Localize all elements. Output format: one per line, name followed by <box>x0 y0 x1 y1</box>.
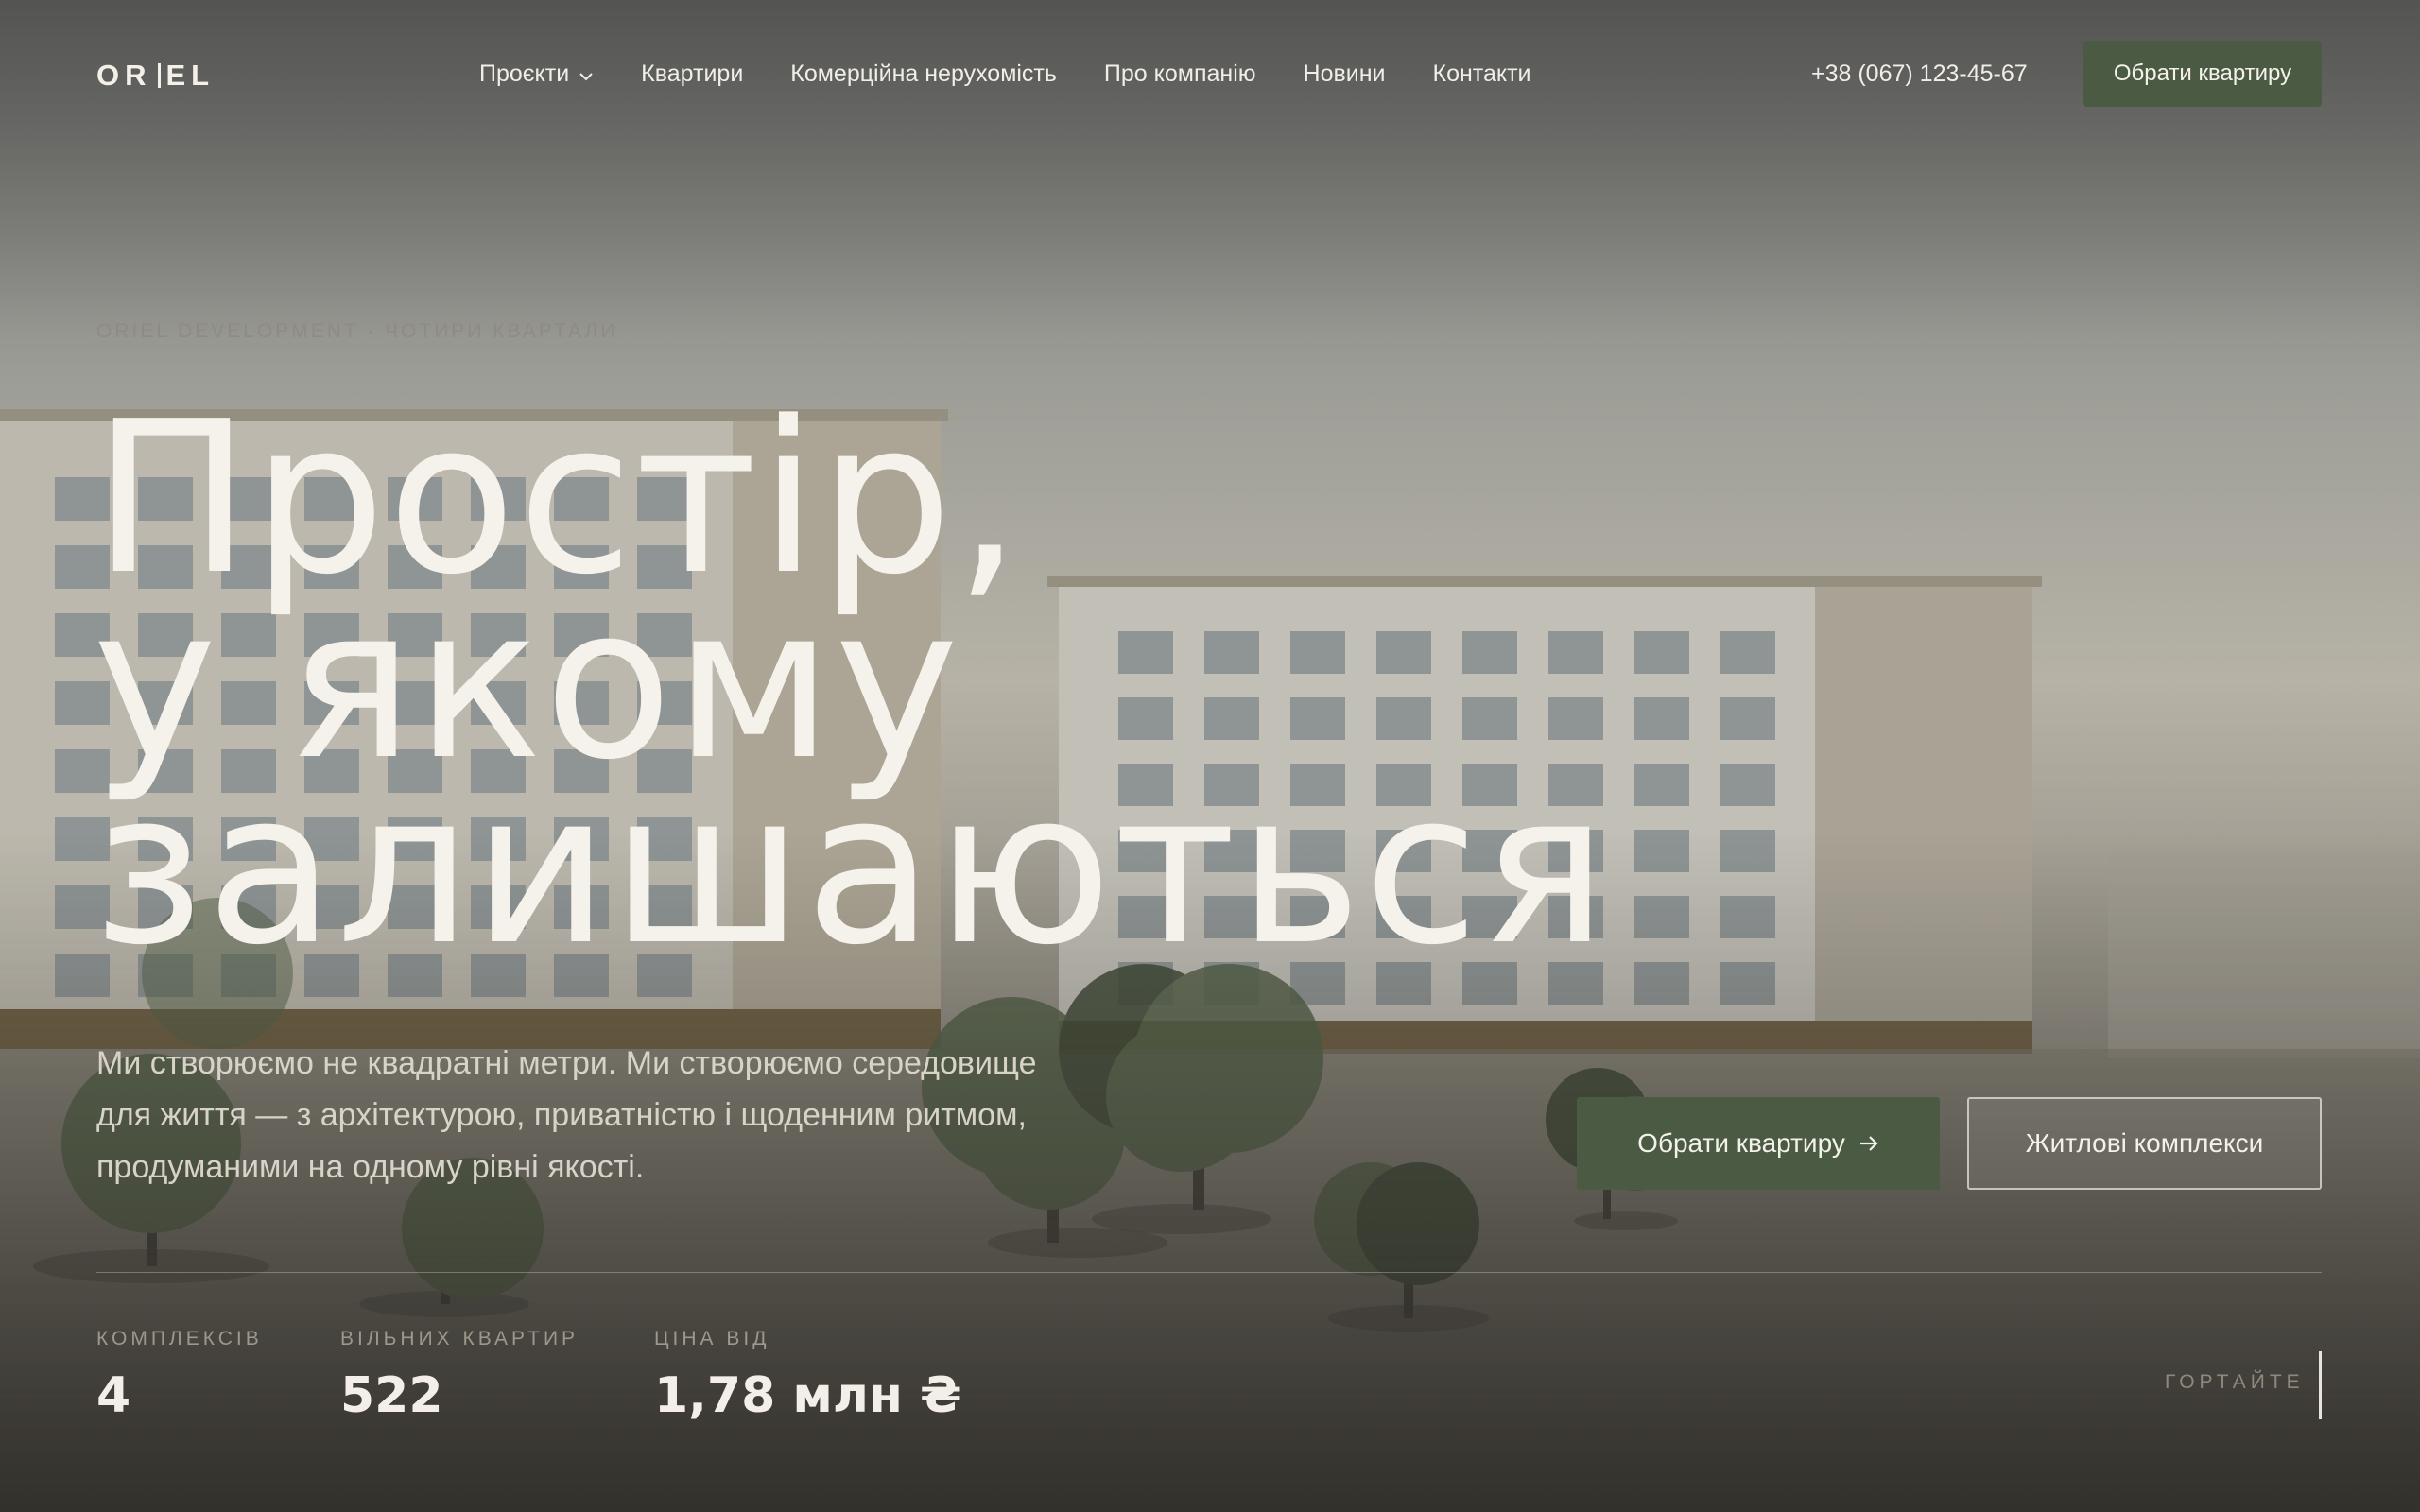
residential-complexes-button[interactable]: Житлові комплекси <box>1967 1097 2322 1190</box>
stat-value: 4 <box>96 1367 131 1424</box>
stat-label: КОМПЛЕКСІВ <box>96 1328 263 1349</box>
header-choose-apartment-button[interactable]: Обрати квартиру <box>2083 41 2322 107</box>
phone-link[interactable]: +38 (067) 123-45-67 <box>1811 59 2028 89</box>
nav-item-about[interactable]: Про компанію <box>1104 59 1256 89</box>
stat-complexes: КОМПЛЕКСІВ 4 <box>96 1328 263 1424</box>
stat-value: 1,78 млн ₴ <box>654 1367 962 1424</box>
nav-item-contacts[interactable]: Контакти <box>1433 59 1531 89</box>
nav-item-label: Контакти <box>1432 60 1531 87</box>
scroll-hint[interactable]: ГОРТАЙТЕ <box>2165 1371 2305 1394</box>
nav-item-label: Комерційна нерухомість <box>790 60 1057 87</box>
nav-item-projects[interactable]: Проєкти <box>479 59 594 89</box>
stat-label: ВІЛЬНИХ КВАРТИР <box>340 1328 579 1349</box>
stats-divider <box>96 1272 2322 1273</box>
logo-bar-mark <box>157 63 161 88</box>
choose-apartment-button[interactable]: Обрати квартиру <box>1577 1097 1940 1190</box>
hero-lead-text: Ми створюємо не квадратні метри. Ми ство… <box>96 1045 1037 1185</box>
nav-item-label: Про компанію <box>1103 60 1256 87</box>
nav-item-label: Новини <box>1303 60 1386 87</box>
main-nav: Проєкти Квартири Комерційна нерухомість … <box>479 59 1530 89</box>
logo-text-right: EL <box>165 59 216 92</box>
hero-eyebrow: ORIEL DEVELOPMENT · ЧОТИРИ КВАРТАЛИ <box>96 320 618 342</box>
stat-free-apartments: ВІЛЬНИХ КВАРТИР 522 <box>340 1328 579 1424</box>
scroll-indicator-line <box>2319 1351 2322 1419</box>
logo-text-left: OR <box>96 59 152 92</box>
nav-item-apartments[interactable]: Квартири <box>641 59 743 89</box>
stat-value: 522 <box>340 1367 443 1424</box>
nav-item-label: Квартири <box>641 60 744 87</box>
nav-item-label: Проєкти <box>479 60 570 87</box>
arrow-right-icon <box>1858 1128 1879 1159</box>
hero-headline: Простір, у якому залишаються <box>93 394 1610 991</box>
stat-label: ЦІНА ВІД <box>654 1328 770 1349</box>
chevron-down-icon <box>579 59 594 89</box>
nav-item-commercial[interactable]: Комерційна нерухомість <box>790 59 1057 89</box>
headline-line-3: залишаються <box>93 747 1610 991</box>
stat-price-from: ЦІНА ВІД 1,78 млн ₴ <box>654 1328 962 1424</box>
button-label: Обрати квартиру <box>1637 1128 1845 1158</box>
oriel-logo[interactable]: OR EL <box>96 59 215 93</box>
nav-item-news[interactable]: Новини <box>1304 59 1386 89</box>
